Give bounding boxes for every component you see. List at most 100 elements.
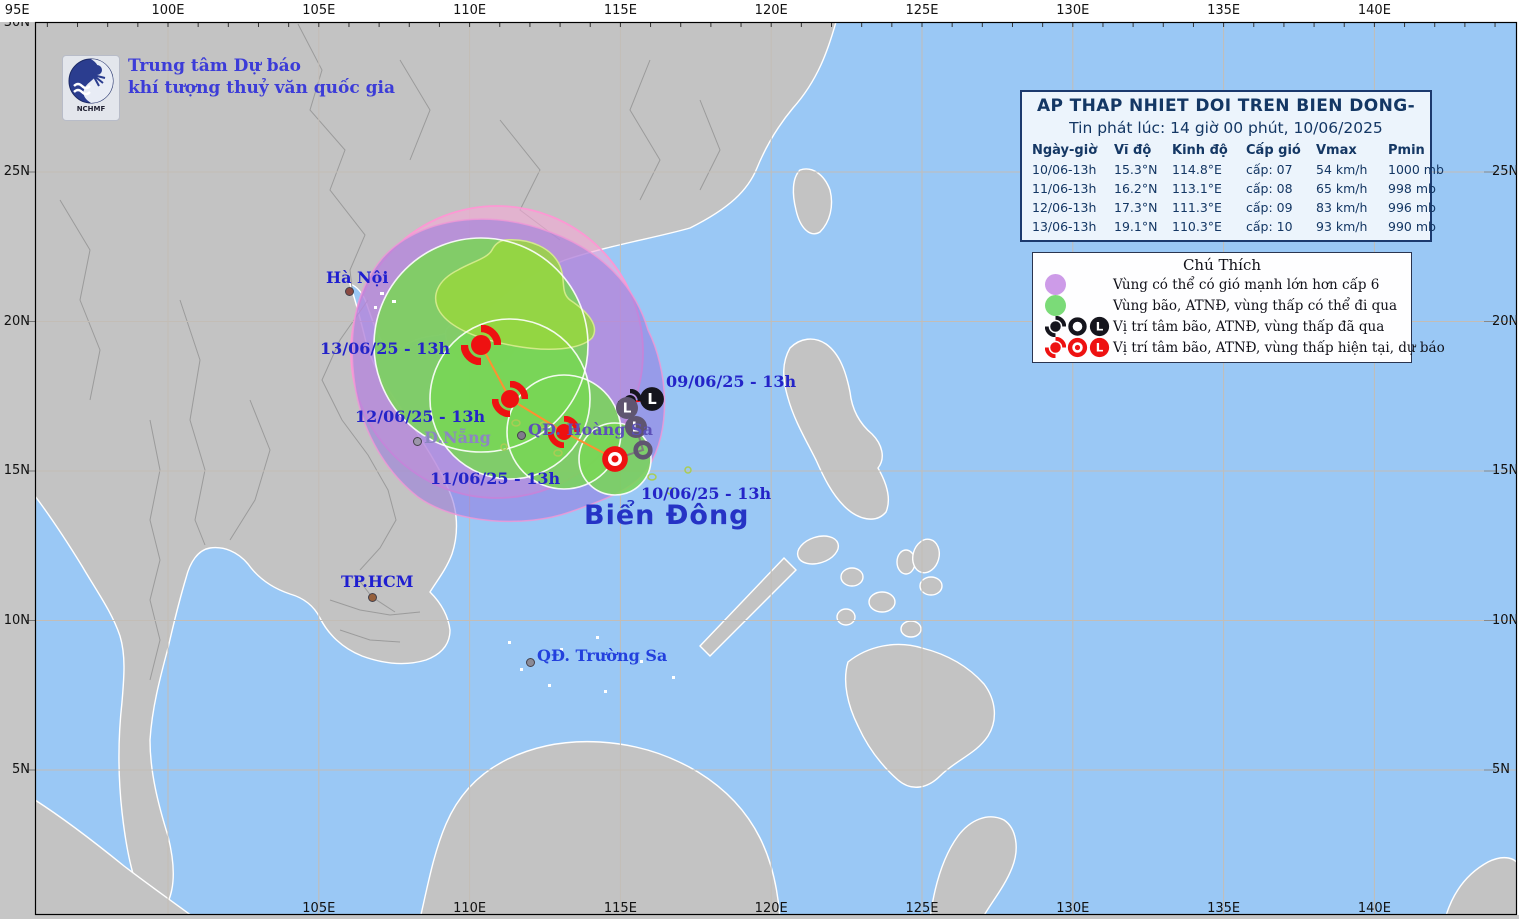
legend-box: Chú Thích Vùng có thể có gió mạnh lớn hơ… [1032,252,1412,363]
forecast-table-cell: 114.8°E [1172,162,1246,177]
legend-item-green-area: Vùng bão, ATNĐ, vùng thấp có thể đi qua [1033,295,1411,316]
past-position-icon [616,397,638,419]
lat-label-left: 10N [0,613,30,628]
place-dot-ha-noi [345,287,354,296]
legend-icon-cell [1033,274,1113,295]
legend-rows: Vùng có thể có gió mạnh lớn hơn cấp 6 Vùn… [1033,274,1411,358]
lat-label-left: 15N [0,463,30,478]
forecast-table-cell: 54 km/h [1316,162,1388,177]
forecast-table-cell: 16.2°N [1114,181,1172,196]
forecast-table-cell: 110.3°E [1172,219,1246,234]
legend-item-current-symbols: Vị trí tâm bão, ATNĐ, vùng thấp hiện tại… [1033,337,1411,358]
agency-name: Trung tâm Dự báo khí tượng thuỷ văn quốc… [128,55,395,99]
lat-label-right: 10N [1492,613,1518,628]
legend-icon-cell [1033,295,1113,316]
axis-left-latitudes: 30N 25N 20N 15N 10N 5N [0,22,34,915]
forecast-table-row: 11/06-13h16.2°N113.1°Ecấp: 0865 km/h998 … [1022,179,1430,198]
forecast-table-cell: 11/06-13h [1032,181,1114,196]
green-area-swatch [1045,295,1066,316]
axis-right-latitudes: 25N20N15N10N5N [1490,22,1519,915]
forecast-table-cell: 13/06-13h [1032,219,1114,234]
forecast-table-cell: Vmax [1316,143,1388,158]
forecast-table-cell: 111.3°E [1172,200,1246,215]
axis-bottom-longitudes: 105E110E115E120E125E130E135E140E [0,899,1519,915]
current-circle-icon [1067,337,1088,358]
forecast-table-cell: 83 km/h [1316,200,1388,215]
track-time-label-t1113: 11/06/25 - 13h [430,469,560,488]
lat-label-right: 25N [1492,164,1518,179]
purple-area-swatch [1045,274,1066,295]
forecast-table-cell: cấp: 07 [1246,162,1316,177]
storm-bulletin-box: AP THAP NHIET DOI TREN BIEN DONG- Tin ph… [1020,90,1432,242]
forecast-table-cell: 65 km/h [1316,181,1388,196]
lat-label-left: 5N [0,762,30,777]
forecast-table-cell: 996 mb [1388,200,1440,215]
forecast-table-cell: cấp: 08 [1246,181,1316,196]
place-label-truong-sa: QĐ. Trường Sa [537,646,667,665]
place-dot-truong-sa [526,658,535,667]
forecast-table-cell: 17.3°N [1114,200,1172,215]
place-label-tp-hcm: TP.HCM [341,572,413,591]
forecast-table-cell: cấp: 10 [1246,219,1316,234]
forecast-table-cell: 1000 mb [1388,162,1440,177]
forecast-table-cell: Ngày-giờ [1032,143,1114,158]
legend-icon-cell [1033,337,1113,358]
lon-label-top: 125E [905,3,938,18]
forecast-table-cell: 990 mb [1388,219,1440,234]
forecast-table-cell: 15.3°N [1114,162,1172,177]
forecast-table: Ngày-giờVĩ độKinh độCấp gióVmaxPmin10/06… [1022,141,1430,236]
legend-item-label: Vị trí tâm bão, ATNĐ, vùng thấp đã qua [1113,319,1384,335]
forecast-table-cell: Kinh độ [1172,143,1246,158]
past-typhoon-icon [1045,316,1066,337]
agency-name-line2: khí tượng thuỷ văn quốc gia [128,77,395,99]
lat-label-left: 30N [0,22,30,30]
legend-icon-cell [1033,316,1113,337]
legend-item-past-symbols: Vị trí tâm bão, ATNĐ, vùng thấp đã qua [1033,316,1411,337]
bulletin-issued-time: Tin phát lúc: 14 giờ 00 phút, 10/06/2025 [1022,119,1430,137]
legend-title: Chú Thích [1033,256,1411,274]
lon-label-bottom: 105E [302,901,335,916]
lon-label-top: 130E [1056,3,1089,18]
forecast-table-cell: 998 mb [1388,181,1440,196]
axis-top-longitudes: 95E100E105E110E115E120E125E130E135E140E [0,0,1519,22]
place-label-da-nang: Đ.Nẵng [424,428,491,447]
nchmf-logo: NCHMF [62,55,120,121]
forecast-table-cell: Pmin [1388,143,1440,158]
forecast-table-cell: Cấp gió [1246,143,1316,158]
lat-label-left: 20N [0,314,30,329]
past-circle-icon [1067,316,1088,337]
current-low-icon [1089,337,1110,358]
legend-item-label: Vùng có thể có gió mạnh lớn hơn cấp 6 [1113,277,1379,293]
bulletin-title: AP THAP NHIET DOI TREN BIEN DONG- [1022,96,1430,116]
lon-label-top: 135E [1207,3,1240,18]
place-dot-hoang-sa [517,431,526,440]
lon-label-top: 95E [5,3,30,18]
lon-label-bottom: 120E [755,901,788,916]
track-time-label-t1313: 13/06/25 - 13h [320,339,450,358]
lon-label-bottom: 135E [1207,901,1240,916]
lat-label-left: 25N [0,164,30,179]
lon-label-bottom: 125E [905,901,938,916]
place-label-ha-noi: Hà Nội [326,268,388,287]
lat-label-right: 20N [1492,314,1518,329]
agency-name-line1: Trung tâm Dự báo [128,55,395,77]
forecast-table-cell: 19.1°N [1114,219,1172,234]
lon-label-bottom: 110E [453,901,486,916]
forecast-table-row: 12/06-13h17.3°N111.3°Ecấp: 0983 km/h996 … [1022,198,1430,217]
lon-label-top: 140E [1358,3,1391,18]
forecast-table-cell: Vĩ độ [1114,143,1172,158]
legend-item-label: Vị trí tâm bão, ATNĐ, vùng thấp hiện tại… [1113,340,1445,356]
forecast-table-cell: 10/06-13h [1032,162,1114,177]
forecast-table-row: 13/06-13h19.1°N110.3°Ecấp: 1093 km/h990 … [1022,217,1430,236]
place-dot-tp-hcm [368,593,377,602]
track-time-label-t0906: 09/06/25 - 13h [666,372,796,391]
lon-label-bottom: 115E [604,901,637,916]
forecast-table-cell: 12/06-13h [1032,200,1114,215]
lon-label-top: 115E [604,3,637,18]
current-position-icon [602,446,628,472]
storm-forecast-map-page: { "branding": { "org_line1": "Trung tâm … [0,0,1519,919]
lat-label-right: 15N [1492,463,1518,478]
lon-label-bottom: 130E [1056,901,1089,916]
nchmf-logo-text: NCHMF [77,105,106,113]
place-label-hoang-sa: QĐ. Hoàng Sa [528,420,653,439]
